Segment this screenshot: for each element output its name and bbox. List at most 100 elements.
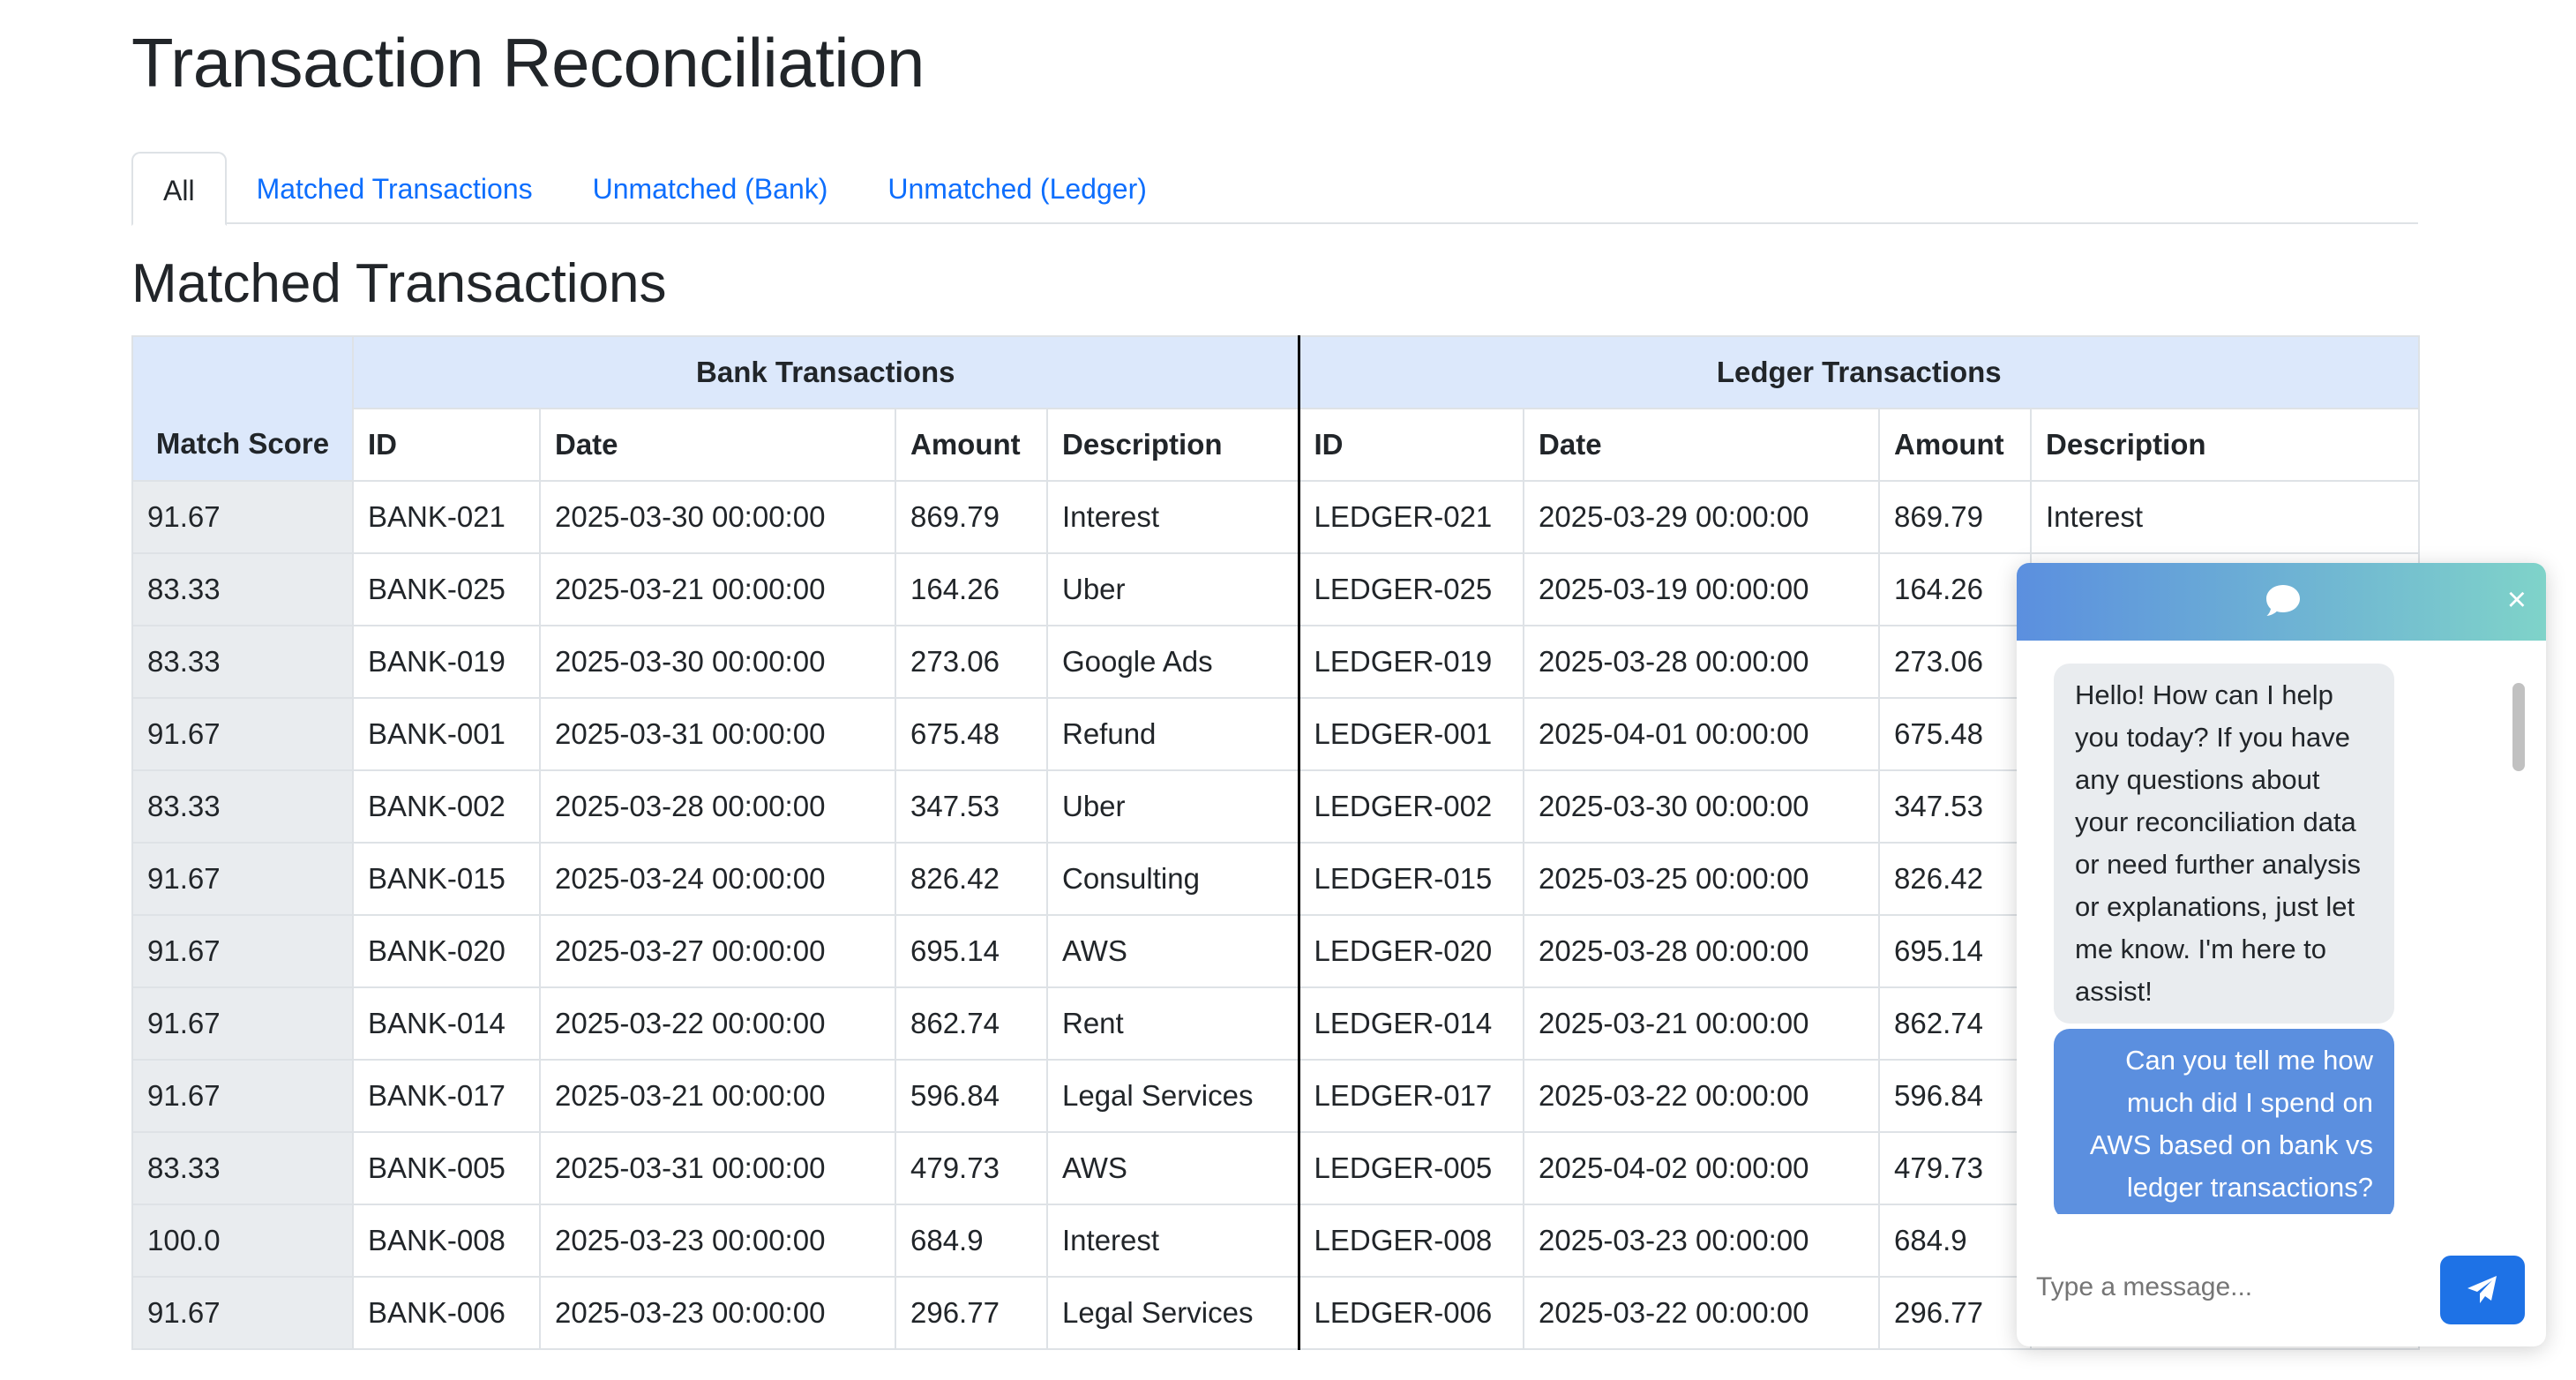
bank-description-cell: Google Ads [1045, 625, 1300, 699]
close-icon[interactable]: × [2507, 581, 2527, 619]
ledger-amount-header: Amount [1878, 408, 2033, 482]
bank-amount-header: Amount [895, 408, 1048, 482]
match-score-cell: 83.33 [131, 1131, 354, 1205]
bank-amount-cell: 347.53 [895, 769, 1048, 844]
bank-date-cell: 2025-03-23 00:00:00 [539, 1276, 896, 1350]
bank-description-cell: Uber [1045, 552, 1300, 626]
ledger-id-cell: LEDGER-014 [1297, 986, 1525, 1061]
ledger-amount-cell: 862.74 [1878, 986, 2033, 1061]
ledger-id-header: ID [1297, 408, 1525, 482]
bank-description-cell: Interest [1045, 1204, 1300, 1278]
ledger-amount-cell: 695.14 [1878, 914, 2033, 988]
bank-id-cell: BANK-005 [352, 1131, 541, 1205]
bank-description-cell: Legal Services [1045, 1059, 1300, 1133]
match-score-cell: 91.67 [131, 697, 354, 771]
bank-amount-cell: 862.74 [895, 986, 1048, 1061]
bank-date-cell: 2025-03-30 00:00:00 [539, 480, 896, 554]
bank-amount-cell: 869.79 [895, 480, 1048, 554]
ledger-date-cell: 2025-03-22 00:00:00 [1523, 1276, 1881, 1350]
ledger-date-cell: 2025-03-28 00:00:00 [1523, 625, 1881, 699]
bank-date-cell: 2025-03-30 00:00:00 [539, 625, 896, 699]
bank-description-cell: Legal Services [1045, 1276, 1300, 1350]
chat-message-input[interactable] [2034, 1251, 2408, 1324]
bank-id-cell: BANK-014 [352, 986, 541, 1061]
ledger-id-cell: LEDGER-020 [1297, 914, 1525, 988]
ledger-id-cell: LEDGER-001 [1297, 697, 1525, 771]
bank-date-cell: 2025-03-28 00:00:00 [539, 769, 896, 844]
ledger-date-cell: 2025-03-28 00:00:00 [1523, 914, 1881, 988]
bank-date-cell: 2025-03-21 00:00:00 [539, 1059, 896, 1133]
ledger-amount-cell: 869.79 [1878, 480, 2033, 554]
bank-date-cell: 2025-03-22 00:00:00 [539, 986, 896, 1061]
table-row: 91.67 BANK-021 2025-03-30 00:00:00 869.79 In… [131, 480, 2421, 554]
ledger-amount-cell: 596.84 [1878, 1059, 2033, 1133]
ledger-id-cell: LEDGER-015 [1297, 842, 1525, 916]
ledger-description-cell: Interest [2030, 480, 2421, 554]
tab-unmatched-ledger[interactable]: Unmatched (Ledger) [857, 152, 1176, 224]
bank-amount-cell: 273.06 [895, 625, 1048, 699]
ledger-id-cell: LEDGER-021 [1297, 480, 1525, 554]
bank-id-cell: BANK-019 [352, 625, 541, 699]
bank-amount-cell: 695.14 [895, 914, 1048, 988]
ledger-date-cell: 2025-04-01 00:00:00 [1523, 697, 1881, 771]
match-score-cell: 91.67 [131, 914, 354, 988]
bank-description-cell: AWS [1045, 914, 1300, 988]
match-score-cell: 91.67 [131, 1059, 354, 1133]
ledger-id-cell: LEDGER-025 [1297, 552, 1525, 626]
match-score-cell: 91.67 [131, 842, 354, 916]
ledger-id-cell: LEDGER-005 [1297, 1131, 1525, 1205]
ledger-id-cell: LEDGER-008 [1297, 1204, 1525, 1278]
ledger-amount-cell: 479.73 [1878, 1131, 2033, 1205]
user-message: Can you tell me how much did I spend on … [2054, 1029, 2394, 1214]
ledger-date-cell: 2025-03-30 00:00:00 [1523, 769, 1881, 844]
bank-id-cell: BANK-015 [352, 842, 541, 916]
ledger-date-cell: 2025-03-19 00:00:00 [1523, 552, 1881, 626]
bank-amount-cell: 479.73 [895, 1131, 1048, 1205]
bank-amount-cell: 826.42 [895, 842, 1048, 916]
chat-messages: Hello! How can I help you today? If you … [2017, 641, 2546, 1214]
paper-plane-icon [2467, 1276, 2497, 1303]
tab-matched-transactions[interactable]: Matched Transactions [227, 152, 563, 224]
bank-description-cell: Consulting [1045, 842, 1300, 916]
ledger-amount-cell: 684.9 [1878, 1204, 2033, 1278]
chat-header: × [2017, 563, 2546, 641]
ledger-id-cell: LEDGER-019 [1297, 625, 1525, 699]
ledger-amount-cell: 273.06 [1878, 625, 2033, 699]
tab-unmatched-bank[interactable]: Unmatched (Bank) [563, 152, 858, 224]
chat-scrollbar-thumb[interactable] [2512, 683, 2525, 771]
tab-all[interactable]: All [131, 152, 227, 226]
bank-id-cell: BANK-001 [352, 697, 541, 771]
match-score-header: Match Score [131, 335, 354, 482]
bank-description-header: Description [1045, 408, 1300, 482]
section-title: Matched Transactions [131, 253, 667, 314]
ledger-date-cell: 2025-03-29 00:00:00 [1523, 480, 1881, 554]
bank-amount-cell: 296.77 [895, 1276, 1048, 1350]
bank-id-cell: BANK-021 [352, 480, 541, 554]
bank-date-cell: 2025-03-27 00:00:00 [539, 914, 896, 988]
ledger-transactions-header: Ledger Transactions [1297, 335, 2421, 409]
bank-amount-cell: 675.48 [895, 697, 1048, 771]
bank-description-cell: Rent [1045, 986, 1300, 1061]
bank-id-cell: BANK-002 [352, 769, 541, 844]
bank-id-cell: BANK-006 [352, 1276, 541, 1350]
ledger-id-cell: LEDGER-002 [1297, 769, 1525, 844]
ledger-date-cell: 2025-03-22 00:00:00 [1523, 1059, 1881, 1133]
ledger-date-cell: 2025-03-23 00:00:00 [1523, 1204, 1881, 1278]
bank-id-cell: BANK-025 [352, 552, 541, 626]
page-title: Transaction Reconciliation [131, 24, 925, 101]
ledger-date-cell: 2025-03-21 00:00:00 [1523, 986, 1881, 1061]
ledger-amount-cell: 675.48 [1878, 697, 2033, 771]
ledger-id-cell: LEDGER-017 [1297, 1059, 1525, 1133]
bank-date-header: Date [539, 408, 896, 482]
tab-bar: All Matched Transactions Unmatched (Bank… [131, 152, 2418, 226]
send-button[interactable] [2440, 1256, 2525, 1324]
ledger-date-cell: 2025-04-02 00:00:00 [1523, 1131, 1881, 1205]
bank-id-cell: BANK-020 [352, 914, 541, 988]
bank-id-cell: BANK-008 [352, 1204, 541, 1278]
bot-message: Hello! How can I help you today? If you … [2054, 664, 2394, 1024]
chat-widget: × Hello! How can I help you today? If yo… [2017, 563, 2546, 1346]
bank-description-cell: Refund [1045, 697, 1300, 771]
match-score-cell: 91.67 [131, 480, 354, 554]
match-score-cell: 100.0 [131, 1204, 354, 1278]
ledger-id-cell: LEDGER-006 [1297, 1276, 1525, 1350]
